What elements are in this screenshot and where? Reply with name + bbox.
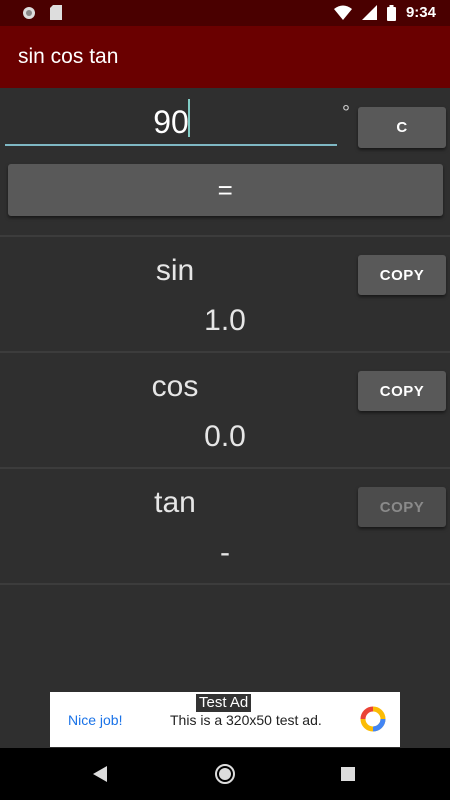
text-cursor — [188, 99, 190, 137]
degree-input[interactable] — [5, 100, 337, 146]
notification-record-icon — [23, 6, 35, 19]
tan-label: tan — [154, 486, 196, 519]
divider — [0, 351, 450, 353]
sin-value: 1.0 — [204, 304, 246, 337]
wifi-icon — [333, 5, 352, 20]
recents-icon[interactable] — [341, 767, 355, 781]
ad-banner[interactable]: Test Ad Nice job! This is a 320x50 test … — [50, 692, 400, 747]
degree-unit-label: ° — [342, 102, 350, 124]
app-bar: sin cos tan — [0, 26, 450, 88]
home-icon[interactable] — [214, 763, 236, 785]
status-time: 9:34 — [405, 4, 436, 21]
equals-button[interactable]: = — [8, 164, 443, 216]
ad-body: This is a 320x50 test ad. — [170, 712, 322, 728]
ad-logo-icon — [360, 706, 386, 732]
divider — [0, 583, 450, 585]
sin-label: sin — [155, 254, 195, 287]
ad-tag: Test Ad — [196, 694, 252, 712]
app-title: sin cos tan — [18, 45, 119, 68]
cos-value: 0.0 — [204, 420, 246, 453]
clear-button[interactable]: C — [358, 107, 446, 148]
cos-label: cos — [151, 370, 199, 403]
copy-sin-button[interactable]: COPY — [358, 255, 446, 295]
sd-card-icon — [50, 5, 62, 20]
battery-icon — [386, 4, 396, 21]
navigation-bar — [0, 748, 450, 800]
tan-value: - — [220, 536, 230, 569]
ad-headline: Nice job! — [68, 712, 123, 728]
status-bar: 9:34 — [0, 0, 450, 26]
divider — [0, 467, 450, 469]
back-icon[interactable] — [93, 766, 107, 782]
copy-cos-button[interactable]: COPY — [358, 371, 446, 411]
signal-icon — [361, 5, 377, 20]
divider — [0, 235, 450, 237]
copy-tan-button[interactable]: COPY — [358, 487, 446, 527]
